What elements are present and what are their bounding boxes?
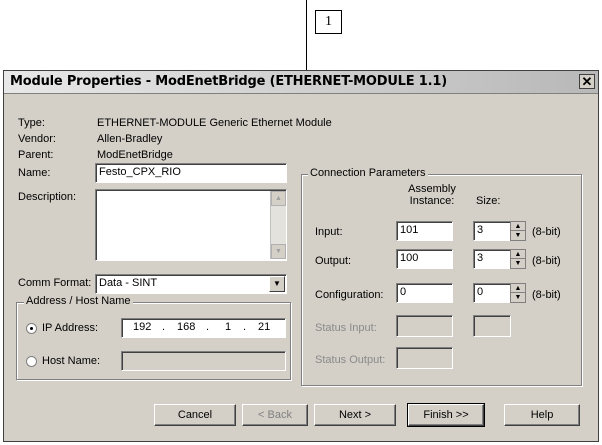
- status-output-label: Status Output:: [315, 354, 386, 366]
- comm-format-label: Comm Format:: [18, 277, 92, 289]
- type-value: ETHERNET-MODULE Generic Ethernet Module: [97, 117, 332, 129]
- spin-up-icon[interactable]: ▲: [511, 284, 525, 293]
- spin-down-icon[interactable]: ▼: [511, 293, 525, 302]
- window-title: Module Properties - ModEnetBridge (ETHER…: [10, 74, 447, 89]
- input-instance-field[interactable]: 101: [396, 221, 453, 241]
- address-group-title: Address / Host Name: [24, 295, 133, 307]
- input-unit: (8-bit): [532, 226, 561, 238]
- back-button[interactable]: < Back: [242, 404, 308, 426]
- title-bar[interactable]: Module Properties - ModEnetBridge (ETHER…: [4, 71, 598, 94]
- close-icon[interactable]: ✕: [579, 74, 595, 89]
- spin-down-icon[interactable]: ▼: [511, 231, 525, 240]
- ip-address-radio[interactable]: [26, 323, 37, 334]
- ip-address-field[interactable]: 192 . 168 . 1 . 21: [121, 318, 286, 338]
- output-size-spinner[interactable]: ▲ ▼: [510, 249, 526, 269]
- output-size-field[interactable]: 3: [473, 249, 511, 269]
- description-scrollbar[interactable]: ▲ ▼: [270, 191, 286, 259]
- assembly-instance-header: Assembly Instance:: [408, 183, 456, 207]
- help-button[interactable]: Help: [504, 404, 580, 426]
- cancel-button[interactable]: Cancel: [154, 404, 236, 426]
- scroll-up-icon[interactable]: ▲: [271, 191, 286, 206]
- configuration-size-spinner[interactable]: ▲ ▼: [510, 283, 526, 303]
- output-unit: (8-bit): [532, 255, 561, 267]
- ip-octet-3: 1: [225, 321, 232, 333]
- connection-parameters-title: Connection Parameters: [308, 167, 428, 179]
- ip-dot: .: [206, 321, 210, 333]
- host-name-radio[interactable]: [26, 356, 37, 367]
- status-output-instance-field[interactable]: [396, 347, 453, 369]
- configuration-label: Configuration:: [315, 289, 384, 301]
- spin-down-icon[interactable]: ▼: [511, 259, 525, 268]
- host-name-label: Host Name:: [42, 355, 101, 367]
- ip-octet-4: 21: [258, 321, 271, 333]
- spin-up-icon[interactable]: ▲: [511, 250, 525, 259]
- next-button[interactable]: Next >: [314, 404, 396, 426]
- finish-button[interactable]: Finish >>: [407, 403, 485, 427]
- configuration-instance-field[interactable]: 0: [396, 283, 453, 303]
- type-label: Type:: [18, 117, 45, 129]
- size-header: Size:: [476, 195, 501, 207]
- input-size-field[interactable]: 3: [473, 221, 511, 241]
- description-label: Description:: [18, 191, 77, 203]
- ip-address-label: IP Address:: [42, 322, 99, 334]
- input-size-spinner[interactable]: ▲ ▼: [510, 221, 526, 241]
- spin-up-icon[interactable]: ▲: [511, 222, 525, 231]
- ip-octet-2: 168: [177, 321, 196, 333]
- host-name-field[interactable]: [121, 351, 286, 371]
- status-input-label: Status Input:: [315, 322, 377, 334]
- vendor-label: Vendor:: [18, 133, 56, 145]
- callout-number: 1: [315, 10, 342, 34]
- radio-selected-icon: [30, 327, 33, 330]
- parent-value: ModEnetBridge: [97, 149, 173, 161]
- description-field[interactable]: [95, 189, 287, 261]
- ip-octet-1: 192: [133, 321, 152, 333]
- output-instance-field[interactable]: 100: [396, 249, 453, 269]
- parent-label: Parent:: [18, 149, 54, 161]
- configuration-size-field[interactable]: 0: [473, 283, 511, 303]
- ip-dot: .: [243, 321, 247, 333]
- scroll-down-icon[interactable]: ▼: [271, 244, 286, 259]
- status-input-size-field[interactable]: [473, 315, 511, 337]
- status-input-instance-field[interactable]: [396, 315, 453, 337]
- input-label: Input:: [315, 226, 343, 238]
- name-label: Name:: [18, 167, 51, 179]
- ip-dot: .: [162, 321, 166, 333]
- dropdown-arrow-icon[interactable]: ▼: [269, 276, 285, 292]
- vendor-value: Allen-Bradley: [97, 133, 163, 145]
- configuration-unit: (8-bit): [532, 289, 561, 301]
- module-properties-dialog: Module Properties - ModEnetBridge (ETHER…: [3, 70, 599, 442]
- comm-format-select[interactable]: Data - SINT: [95, 274, 287, 294]
- name-field[interactable]: Festo_CPX_RIO: [95, 163, 287, 183]
- output-label: Output:: [315, 255, 352, 267]
